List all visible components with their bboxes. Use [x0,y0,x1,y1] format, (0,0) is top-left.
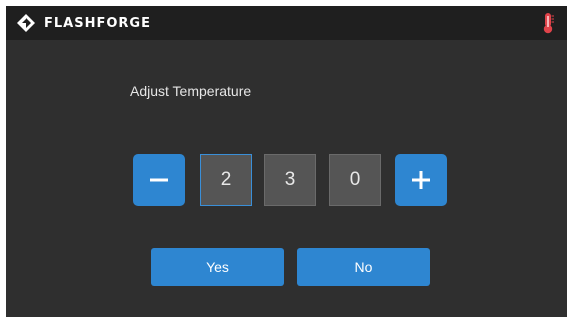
thermometer-icon[interactable] [541,12,555,34]
dialog-title: Adjust Temperature [130,83,252,99]
no-button[interactable]: No [297,248,430,286]
plus-icon [412,171,430,189]
digit-ones[interactable]: 0 [329,154,381,206]
brand-name: FLASHFORGE [44,15,151,31]
top-bar: FLASHFORGE [6,6,567,40]
minus-icon [150,178,168,182]
digit-tens[interactable]: 3 [264,154,316,206]
flashforge-logo-icon [17,14,35,32]
yes-button[interactable]: Yes [151,248,284,286]
printer-screen: FLASHFORGE Adjust Temperature 2 3 0 Yes … [6,6,567,317]
increase-button[interactable] [395,154,447,206]
digit-hundreds[interactable]: 2 [200,154,252,206]
decrease-button[interactable] [133,154,185,206]
brand-logo: FLASHFORGE [16,12,151,34]
